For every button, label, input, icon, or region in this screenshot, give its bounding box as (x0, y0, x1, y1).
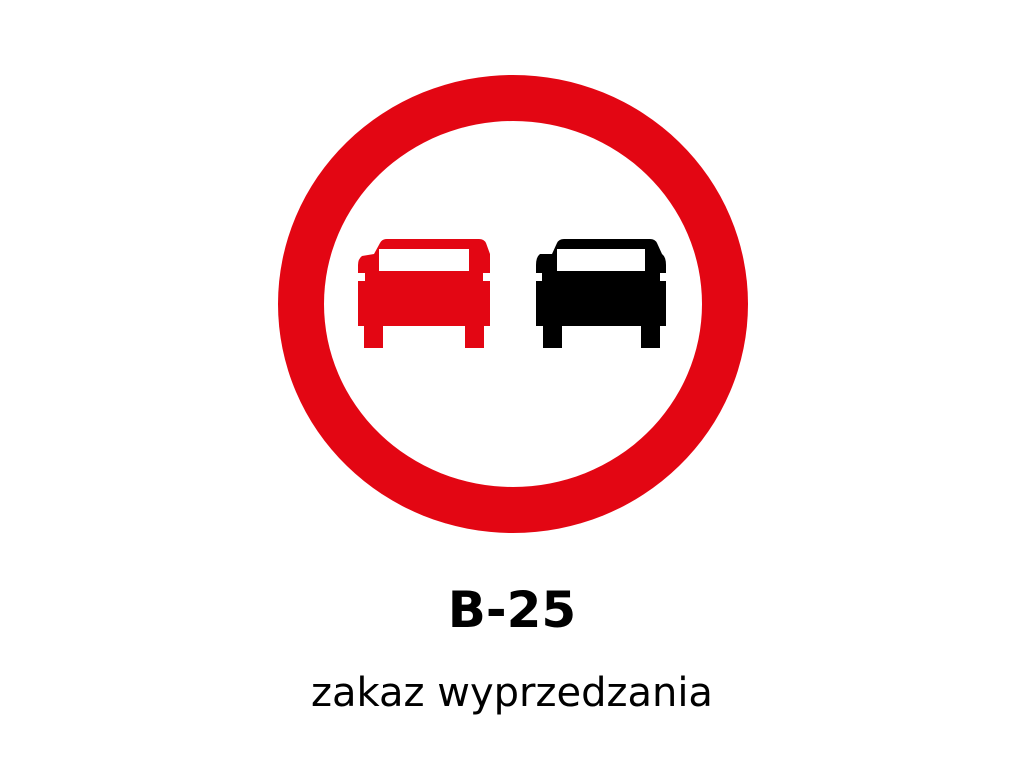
sign-description: zakaz wyprzedzania (311, 670, 713, 716)
sign-sheet: B-25 zakaz wyprzedzania (0, 0, 1024, 768)
sign-code: B-25 (447, 581, 577, 639)
no-overtaking-sign (278, 75, 748, 533)
